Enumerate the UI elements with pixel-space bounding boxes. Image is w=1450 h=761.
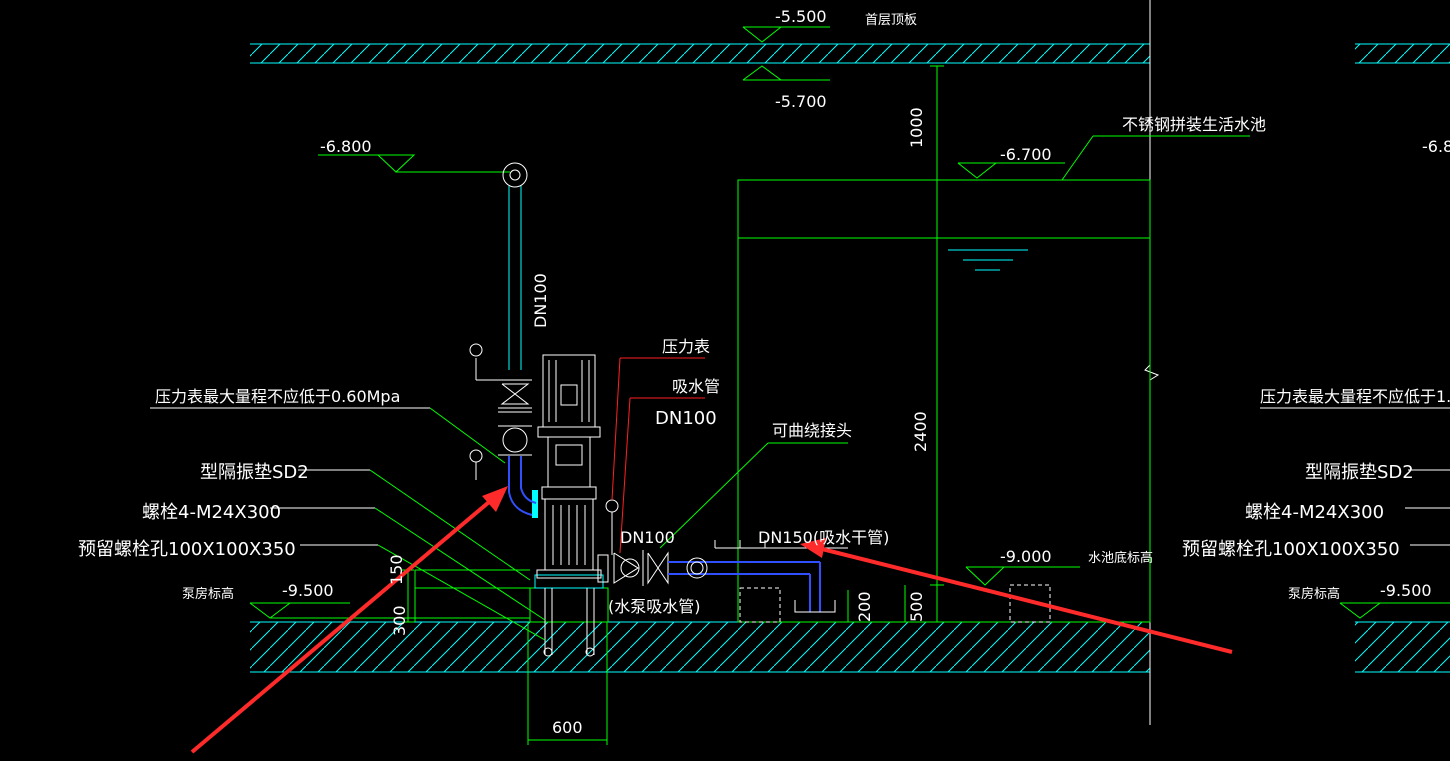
label-pump-suction: (水泵吸水管) bbox=[608, 597, 701, 616]
dim-200: 200 bbox=[855, 591, 874, 622]
label-flex-joint: 可曲绕接头 bbox=[772, 421, 852, 440]
dim-150: 150 bbox=[387, 554, 406, 585]
elevation-slab-bottom: -5.700 bbox=[775, 92, 827, 111]
note-right-vib-pad: 型隔振垫SD2 bbox=[1305, 462, 1414, 483]
tank-label: 不锈钢拼装生活水池 bbox=[1122, 115, 1266, 134]
cad-drawing-canvas: -5.500 首层顶板 -5.700 -6.800 -6.700 不锈钢拼装生活… bbox=[0, 0, 1450, 761]
label-right-pump-room: 泵房标高 bbox=[1288, 586, 1340, 602]
note-bolt-holes: 预留螺栓孔100X100X350 bbox=[78, 539, 296, 560]
note-right-gauge-range: 压力表最大量程不应低于1.08 bbox=[1260, 387, 1450, 406]
note-vib-pad: 型隔振垫SD2 bbox=[200, 462, 309, 483]
label-dn100-small: DN100 bbox=[620, 528, 675, 547]
elevation-tank-top: -6.700 bbox=[1000, 145, 1052, 164]
riser-dn: DN100 bbox=[531, 273, 550, 328]
elevation-right-pump-room: -9.500 bbox=[1380, 581, 1432, 600]
dim-500: 500 bbox=[907, 591, 926, 622]
dim-600: 600 bbox=[552, 718, 583, 737]
elevation-top-slab: -5.500 bbox=[775, 7, 827, 26]
dim-2400: 2400 bbox=[911, 411, 930, 452]
note-right-bolts: 螺栓4-M24X300 bbox=[1245, 502, 1384, 523]
dim-300: 300 bbox=[390, 605, 409, 636]
label-pump-room: 泵房标高 bbox=[182, 586, 234, 602]
note-bolts: 螺栓4-M24X300 bbox=[142, 502, 281, 523]
elevation-pump-room: -9.500 bbox=[282, 581, 334, 600]
label-suction-pipe: 吸水管 bbox=[672, 377, 720, 396]
note-right-bolt-holes: 预留螺栓孔100X100X350 bbox=[1182, 539, 1400, 560]
elevation-pipe-top: -6.800 bbox=[320, 137, 372, 156]
note-gauge-range: 压力表最大量程不应低于0.60Mpa bbox=[155, 387, 400, 406]
label-top-slab: 首层顶板 bbox=[865, 13, 917, 28]
label-suction-dn: DN100 bbox=[655, 408, 717, 429]
elevation-tank-bottom: -9.000 bbox=[1000, 547, 1052, 566]
label-tank-bottom: 水池底标高 bbox=[1088, 550, 1153, 566]
label-dn150-main: DN150(吸水干管) bbox=[758, 528, 889, 547]
label-pressure-gauge: 压力表 bbox=[662, 337, 710, 356]
dim-1000: 1000 bbox=[907, 107, 926, 148]
elevation-right-partial: -6.8 bbox=[1422, 137, 1450, 156]
